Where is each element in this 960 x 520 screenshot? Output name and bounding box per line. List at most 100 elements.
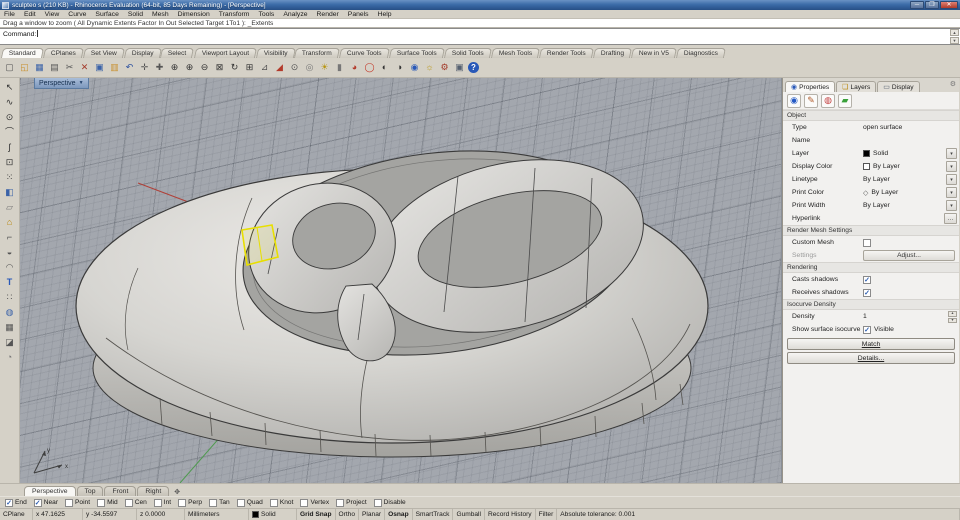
statusbar-layer[interactable]: Solid xyxy=(249,509,297,520)
row-hyperlink[interactable]: Hyperlink xyxy=(783,212,959,225)
save-icon[interactable]: ▦ xyxy=(33,60,46,75)
osnap-perp-checkbox[interactable] xyxy=(178,498,187,507)
delete-icon[interactable]: ✕ xyxy=(78,60,91,75)
print-width-dropdown-button[interactable] xyxy=(946,200,957,211)
help-icon[interactable]: ? xyxy=(468,62,479,73)
toolbar-tab-new-in-v5[interactable]: New in V5 xyxy=(630,48,677,58)
array-tool-icon[interactable]: ∷ xyxy=(2,291,17,304)
custom-mesh-checkbox[interactable] xyxy=(863,238,871,247)
zoom-window-icon[interactable]: ⊕ xyxy=(183,60,196,75)
menu-panels[interactable]: Panels xyxy=(348,11,369,18)
menu-tools[interactable]: Tools xyxy=(258,11,274,18)
command-scroll-up-icon[interactable]: ▲ xyxy=(950,29,959,36)
hyperlink-browse-button[interactable] xyxy=(944,213,957,224)
circle-deform-icon[interactable]: ◔ xyxy=(2,351,17,364)
row-show-isocurve[interactable]: Show surface isocurve Visible xyxy=(783,323,959,336)
status-toggle-osnap[interactable]: Osnap xyxy=(385,509,413,520)
decal-icon[interactable]: ▰ xyxy=(838,93,852,108)
osnap-project[interactable]: Project xyxy=(336,498,367,507)
arc-blend-icon[interactable]: ◠ xyxy=(2,261,17,274)
viewport-tab-top[interactable]: Top xyxy=(76,486,104,496)
menu-curve[interactable]: Curve xyxy=(68,11,86,18)
toolbar-tab-display[interactable]: Display xyxy=(123,48,162,58)
zoom-dynamic-icon[interactable]: ⊕ xyxy=(168,60,181,75)
osnap-mid-checkbox[interactable] xyxy=(97,498,106,507)
freeform-curve-icon[interactable]: ʃ xyxy=(2,141,17,154)
details-button[interactable]: Details... xyxy=(787,352,955,364)
casts-shadows-checkbox[interactable] xyxy=(863,275,871,284)
object-snap-icon[interactable]: ⊙ xyxy=(288,60,301,75)
open-file-icon[interactable]: ◱ xyxy=(18,60,31,75)
osnap-vertex-checkbox[interactable] xyxy=(300,498,309,507)
osnap-int-checkbox[interactable] xyxy=(153,498,162,507)
rotate-view-icon[interactable]: ↻ xyxy=(228,60,241,75)
osnap-end[interactable]: End xyxy=(5,498,27,507)
match-button[interactable]: Match xyxy=(787,338,955,350)
viewport-layout-icon[interactable]: ⊞ xyxy=(243,60,256,75)
menu-solid[interactable]: Solid xyxy=(128,11,143,18)
osnap-cen-checkbox[interactable] xyxy=(124,498,133,507)
polygon-tool-icon[interactable]: ⌂ xyxy=(2,216,17,229)
toolbar-tab-select[interactable]: Select xyxy=(160,48,195,58)
status-toggle-gumball[interactable]: Gumball xyxy=(453,509,485,520)
row-receives-shadows[interactable]: Receives shadows xyxy=(783,286,959,299)
row-display-color[interactable]: Display Color By Layer xyxy=(783,160,959,173)
panel-gear-icon[interactable]: ⚙ xyxy=(950,80,956,88)
sphere-tool-icon[interactable]: ◍ xyxy=(2,306,17,319)
menu-mesh[interactable]: Mesh xyxy=(152,11,169,18)
osnap-near[interactable]: Near xyxy=(33,498,58,507)
status-toggle-planar[interactable]: Planar xyxy=(359,509,386,520)
row-print-color[interactable]: Print Color ◇ By Layer xyxy=(783,186,959,199)
toolbar-tab-drafting[interactable]: Drafting xyxy=(592,48,632,58)
osnap-near-checkbox[interactable] xyxy=(33,498,42,507)
osnap-tan-checkbox[interactable] xyxy=(209,498,218,507)
layer-dropdown-button[interactable] xyxy=(946,148,957,159)
row-linetype[interactable]: Linetype By Layer xyxy=(783,173,959,186)
render-preview-icon[interactable]: ◐ xyxy=(378,60,391,75)
linetype-dropdown-button[interactable] xyxy=(946,174,957,185)
sun-icon[interactable]: ☼ xyxy=(423,60,436,75)
tab-display[interactable]: ▭ Display xyxy=(877,81,920,92)
perspective-viewport[interactable]: Perspective ▼ x y xyxy=(20,78,782,483)
tab-layers[interactable]: ❏ Layers xyxy=(836,81,877,92)
osnap-vertex[interactable]: Vertex xyxy=(300,498,329,507)
restore-button[interactable]: ❐ xyxy=(925,1,939,9)
viewport-title-tab[interactable]: Perspective ▼ xyxy=(34,78,89,89)
toolbar-tab-standard[interactable]: Standard xyxy=(0,48,44,58)
menu-dimension[interactable]: Dimension xyxy=(178,11,210,18)
print-color-dropdown-button[interactable] xyxy=(946,187,957,198)
record-icon[interactable]: ◎ xyxy=(303,60,316,75)
zoom-selected-icon[interactable]: ⊖ xyxy=(198,60,211,75)
toolbar-tab-solid-tools[interactable]: Solid Tools xyxy=(443,48,492,58)
toolbar-tab-diagnostics[interactable]: Diagnostics xyxy=(675,48,726,58)
move-icon[interactable]: ✚ xyxy=(153,60,166,75)
mesh-tool-icon[interactable]: ▦ xyxy=(2,321,17,334)
toolbar-tab-cplanes[interactable]: CPlanes xyxy=(42,48,84,58)
display-color-dropdown-button[interactable] xyxy=(946,161,957,172)
row-density[interactable]: Density 1 ▲ ▼ xyxy=(783,310,959,323)
shaded-display-icon[interactable]: ◕ xyxy=(348,60,361,75)
texture-mapping-icon[interactable]: ◍ xyxy=(821,93,835,108)
receives-shadows-checkbox[interactable] xyxy=(863,288,871,297)
copy-icon[interactable]: ▣ xyxy=(93,60,106,75)
solid-union-icon[interactable]: ◒ xyxy=(2,246,17,259)
render-icon[interactable]: ◯ xyxy=(363,60,376,75)
osnap-point-checkbox[interactable] xyxy=(65,498,74,507)
options-gear-icon[interactable]: ⚙ xyxy=(438,60,451,75)
osnap-disable[interactable]: Disable xyxy=(373,498,406,507)
toolbar-tab-viewport-layout[interactable]: Viewport Layout xyxy=(193,48,257,58)
osnap-knot-checkbox[interactable] xyxy=(269,498,278,507)
toolbar-tab-transform[interactable]: Transform xyxy=(294,48,341,58)
osnap-quad-checkbox[interactable] xyxy=(236,498,245,507)
menu-render[interactable]: Render xyxy=(317,11,339,18)
text-tool-icon[interactable]: T xyxy=(2,276,17,289)
lock-icon[interactable]: ▮ xyxy=(333,60,346,75)
statusbar-units[interactable]: Millimeters xyxy=(185,509,249,520)
row-casts-shadows[interactable]: Casts shadows xyxy=(783,273,959,286)
new-file-icon[interactable]: ▢ xyxy=(3,60,16,75)
status-toggle-smarttrack[interactable]: SmartTrack xyxy=(413,509,454,520)
render-preview-window-icon[interactable]: ◑ xyxy=(393,60,406,75)
curve-polyline-icon[interactable]: ∿ xyxy=(2,96,17,109)
minimize-button[interactable]: ─ xyxy=(910,1,924,9)
solid-box-icon[interactable]: ◧ xyxy=(2,186,17,199)
